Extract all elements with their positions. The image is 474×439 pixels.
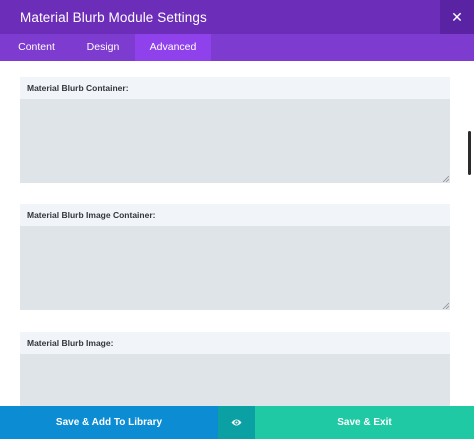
tab-content[interactable]: Content bbox=[0, 34, 73, 61]
field-material-blurb-container: Material Blurb Container: bbox=[20, 77, 450, 183]
scrollbar-thumb[interactable] bbox=[468, 131, 471, 175]
close-button[interactable]: ✕ bbox=[440, 0, 474, 34]
modal-header: Material Blurb Module Settings ✕ bbox=[0, 0, 474, 34]
save-add-to-library-button[interactable]: Save & Add To Library bbox=[0, 406, 218, 439]
tab-bar: Content Design Advanced bbox=[0, 34, 474, 61]
modal-footer: Save & Add To Library Save & Exit bbox=[0, 406, 474, 439]
eye-icon bbox=[231, 419, 242, 426]
tab-design[interactable]: Design bbox=[73, 34, 133, 61]
css-textarea[interactable] bbox=[20, 226, 450, 310]
field-material-blurb-image-container: Material Blurb Image Container: bbox=[20, 204, 450, 310]
css-textarea[interactable] bbox=[20, 99, 450, 183]
field-label: Material Blurb Image: bbox=[20, 332, 450, 354]
modal-title: Material Blurb Module Settings bbox=[20, 10, 207, 25]
resize-grip-icon[interactable] bbox=[442, 302, 449, 309]
module-settings-modal: Material Blurb Module Settings ✕ Content… bbox=[0, 0, 474, 439]
resize-grip-icon[interactable] bbox=[442, 175, 449, 182]
field-label: Material Blurb Image Container: bbox=[20, 204, 450, 226]
tab-advanced[interactable]: Advanced bbox=[135, 34, 211, 61]
preview-button[interactable] bbox=[218, 406, 255, 439]
save-exit-button[interactable]: Save & Exit bbox=[255, 406, 474, 439]
field-material-blurb-image: Material Blurb Image: bbox=[20, 332, 450, 406]
settings-scroll-area[interactable]: Material Blurb Container: Material Blurb… bbox=[0, 61, 474, 406]
close-icon: ✕ bbox=[451, 9, 463, 25]
field-label: Material Blurb Container: bbox=[20, 77, 450, 99]
css-textarea[interactable] bbox=[20, 354, 450, 406]
